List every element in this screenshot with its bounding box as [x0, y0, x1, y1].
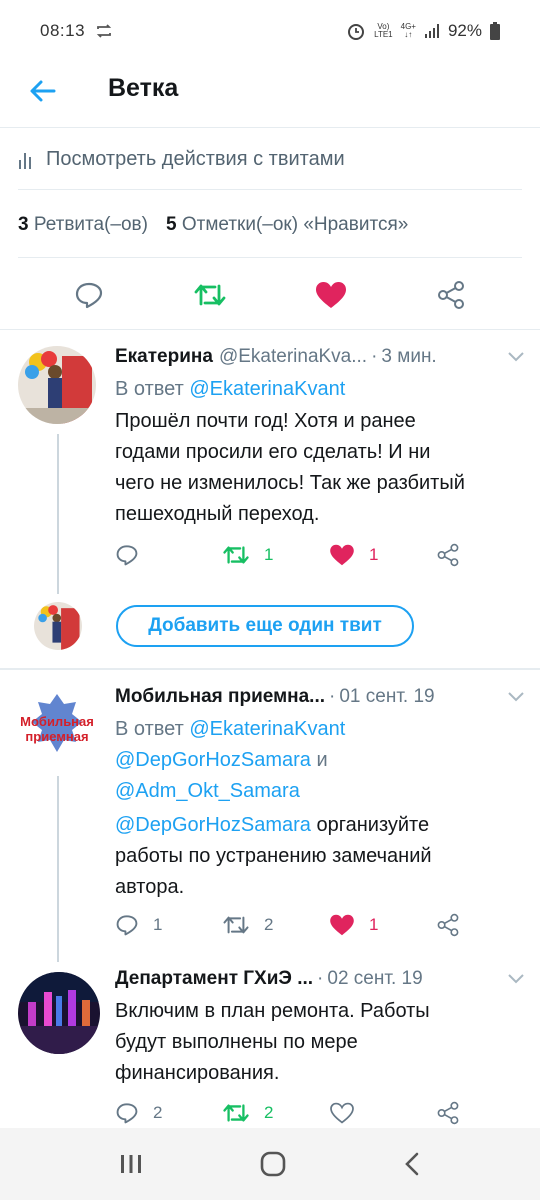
tweet-header: Мобильная приемна... · 01 сент. 19 [115, 686, 525, 708]
reply-icon[interactable] [74, 281, 104, 309]
tweet-actions: 1 1 [115, 538, 465, 572]
heart-icon[interactable] [315, 281, 347, 309]
battery-percent: 92% [447, 21, 482, 40]
reply-icon [116, 915, 138, 936]
back-arrow-icon[interactable] [28, 76, 58, 106]
share-button[interactable] [436, 543, 460, 567]
share-button[interactable] [436, 1101, 460, 1125]
main-tweet-actions [0, 260, 540, 330]
heart-outline-icon [330, 1102, 354, 1124]
chevron-down-icon[interactable] [507, 973, 525, 985]
retweet-button[interactable]: 2 [222, 914, 329, 936]
reply-button[interactable]: 2 [115, 1102, 222, 1124]
tweet-text: Прошёл почти год! Хотя и ранее годами пр… [115, 410, 465, 525]
author-name[interactable]: Департамент ГХиЭ ... [115, 968, 313, 990]
share-icon [437, 913, 459, 937]
reply-context: В ответ @EkaterinaKvant [115, 378, 346, 400]
reply-icon [116, 1103, 138, 1124]
mention-link[interactable]: @Adm_Okt_Samara [115, 780, 300, 802]
engagement-counts: 3 Ретвита(–ов) 5 Отметки(–ок) «Нравится» [18, 192, 522, 258]
like-button[interactable] [329, 1102, 436, 1124]
page-title: Ветка [108, 74, 179, 102]
sync-icon [95, 23, 113, 39]
home-icon[interactable] [259, 1150, 287, 1178]
reply-icon [116, 545, 138, 566]
thread-line [57, 434, 59, 594]
chevron-down-icon[interactable] [507, 691, 525, 703]
volte-indicator: Vo) LTE1 [374, 22, 393, 39]
status-bar: 08:13 Vo) LTE1 4G+ ↓↑ 92% [0, 0, 540, 62]
like-button[interactable]: 1 [329, 544, 436, 566]
back-icon[interactable] [402, 1151, 422, 1177]
share-icon[interactable] [436, 280, 466, 310]
retweet-icon [223, 1104, 249, 1122]
recent-apps-icon[interactable] [118, 1152, 144, 1176]
author-name[interactable]: Екатерина [115, 346, 213, 368]
thread-line [57, 776, 59, 962]
avatar[interactable] [18, 972, 100, 1054]
tweet-time: 3 мин. [381, 346, 437, 367]
tweet-text: Включим в план ремонта. Работы будут вып… [115, 1000, 430, 1084]
likes-count[interactable]: 5 Отметки(–ок) «Нравится» [166, 214, 408, 236]
system-nav-bar [0, 1128, 540, 1200]
chevron-down-icon[interactable] [507, 351, 525, 363]
battery-icon [490, 22, 500, 40]
share-button[interactable] [436, 913, 460, 937]
reply-button[interactable]: 1 [115, 914, 222, 936]
author-handle[interactable]: @EkaterinaKva... [219, 346, 367, 368]
tweet-time: 01 сент. 19 [339, 686, 435, 707]
mention-link[interactable]: @DepGorHozSamara [115, 749, 311, 771]
tweet-header: Екатерина @EkaterinaKva... · 3 мин. [115, 346, 525, 368]
retweets-count[interactable]: 3 Ретвита(–ов) [18, 214, 148, 236]
app-header: Ветка [0, 62, 540, 128]
retweet-icon [223, 546, 249, 564]
retweet-button[interactable]: 2 [222, 1102, 329, 1124]
tweet-actions: 1 2 1 [115, 908, 465, 942]
avatar[interactable]: Мобильная приемная [18, 686, 96, 764]
view-tweet-activity-link[interactable]: Посмотреть действия с твитами [18, 130, 522, 190]
retweet-button[interactable]: 1 [222, 544, 329, 566]
mention-link[interactable]: @DepGorHozSamara [115, 814, 311, 836]
avatar-logo-text-bottom: приемная [25, 729, 88, 744]
data-indicator: 4G+ ↓↑ [400, 22, 416, 39]
avatar[interactable] [18, 346, 96, 424]
like-button[interactable]: 1 [329, 914, 436, 936]
compose-avatar [34, 602, 82, 650]
mention-link[interactable]: @EkaterinaKvant [189, 378, 345, 400]
reply-context: В ответ @EkaterinaKvant @DepGorHozSamara… [115, 718, 346, 802]
tweet-actions: 2 2 [115, 1096, 465, 1130]
heart-icon [330, 914, 354, 936]
author-name[interactable]: Мобильная приемна... [115, 686, 325, 708]
share-icon [437, 543, 459, 567]
retweet-icon[interactable] [193, 282, 227, 308]
avatar-logo-text-top: Мобильная [20, 714, 94, 729]
divider [0, 668, 540, 670]
activity-label: Посмотреть действия с твитами [46, 148, 345, 170]
retweet-icon [223, 916, 249, 934]
bar-chart-icon [18, 150, 34, 170]
tweet-time: 02 сент. 19 [327, 968, 423, 989]
reply-button[interactable] [115, 544, 222, 566]
share-icon [437, 1101, 459, 1125]
mention-link[interactable]: @EkaterinaKvant [189, 718, 345, 740]
heart-icon [330, 544, 354, 566]
tweet-header: Департамент ГХиЭ ... · 02 сент. 19 [115, 968, 525, 990]
status-time: 08:13 [40, 21, 86, 40]
add-another-tweet-button[interactable]: Добавить еще один твит [116, 605, 414, 647]
tweet-text: @DepGorHozSamara организуйте работы по у… [115, 814, 432, 898]
signal-icon [424, 23, 440, 39]
alarm-icon [346, 21, 366, 41]
